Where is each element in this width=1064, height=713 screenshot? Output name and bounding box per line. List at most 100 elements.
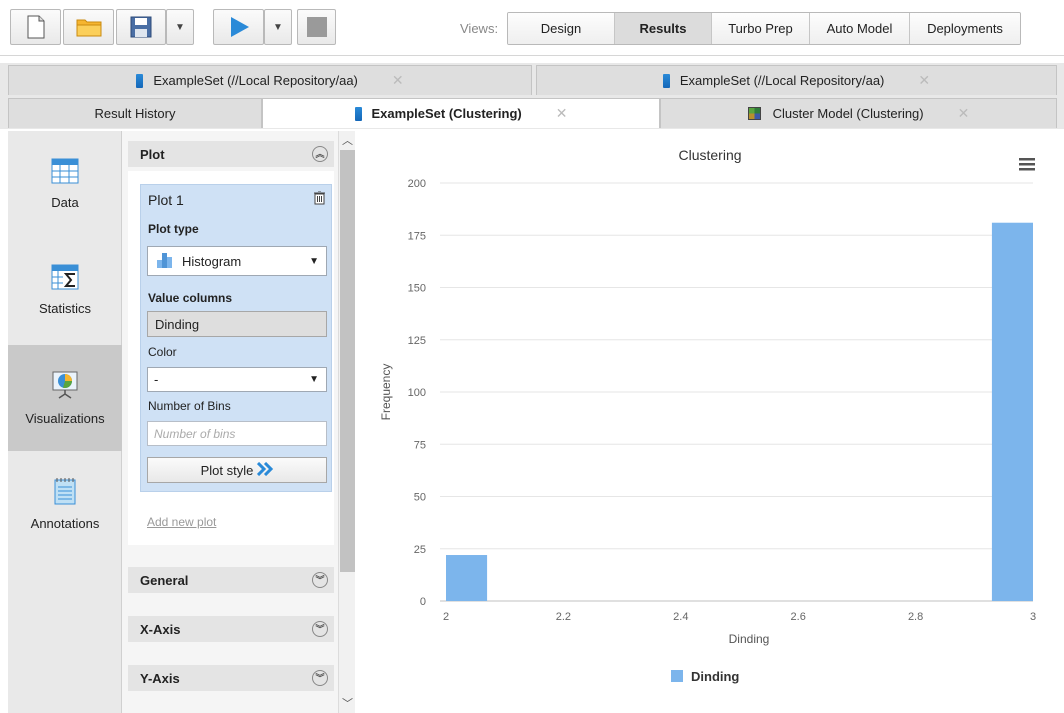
main-toolbar: ▼ ▼ Views: Design Results Turbo Prep Aut…: [0, 0, 1064, 56]
open-process-button[interactable]: [63, 9, 114, 45]
section-x-axis-header[interactable]: X-Axis ︾: [128, 616, 334, 642]
section-title: Y-Axis: [140, 670, 180, 686]
scroll-down-icon[interactable]: ﹀: [342, 695, 353, 711]
histogram-bar[interactable]: [991, 222, 1033, 601]
y-tick-label: 200: [408, 178, 426, 190]
section-title: X-Axis: [140, 621, 181, 637]
tab-label: Result History: [94, 106, 176, 121]
save-button[interactable]: [116, 9, 166, 45]
nav-label: Annotations: [30, 516, 100, 531]
color-label: Color: [148, 345, 177, 359]
expand-icon[interactable]: ︾: [312, 572, 328, 588]
y-tick-label: 0: [420, 596, 426, 608]
section-plot-header[interactable]: Plot ︽: [128, 141, 334, 167]
tab-label: Cluster Model (Clustering): [772, 106, 924, 121]
rapidminer-window: ▼ ▼ Views: Design Results Turbo Prep Aut…: [0, 0, 1064, 713]
plot-config-panel: Plot ︽ Plot 1 Plot type Histogram ▼ Valu…: [122, 131, 338, 713]
tab-exampleset-clustering[interactable]: ExampleSet (Clustering) ✕: [262, 98, 660, 128]
close-icon[interactable]: ✕: [392, 72, 404, 89]
y-tick-label: 50: [414, 492, 426, 504]
tab-exampleset-local-2[interactable]: ExampleSet (//Local Repository/aa) ✕: [536, 65, 1057, 95]
x-tick-label: 2.8: [908, 611, 923, 623]
bins-input[interactable]: Number of bins: [147, 421, 327, 446]
chevron-down-icon: ▼: [175, 21, 185, 33]
section-title: General: [140, 572, 189, 588]
new-process-button[interactable]: [10, 9, 61, 45]
nav-data[interactable]: Data: [8, 131, 122, 237]
stop-icon: [306, 16, 328, 38]
save-icon: [130, 16, 152, 38]
scrollbar-thumb[interactable]: [340, 150, 355, 572]
plot-style-button[interactable]: Plot style: [147, 457, 327, 483]
stop-button[interactable]: [297, 9, 336, 45]
bars: [446, 222, 1033, 601]
new-file-icon: [26, 15, 46, 39]
view-deployments[interactable]: Deployments: [910, 13, 1020, 44]
save-menu-button[interactable]: ▼: [166, 9, 194, 45]
double-chevron-right-icon: [257, 461, 274, 479]
chevron-down-icon: ▼: [309, 255, 319, 267]
run-button[interactable]: [213, 9, 264, 45]
view-auto-model[interactable]: Auto Model: [810, 13, 910, 44]
nav-label: Visualizations: [25, 411, 105, 426]
visualization-icon: [50, 370, 80, 403]
legend: Dinding: [671, 669, 739, 684]
run-menu-button[interactable]: ▼: [264, 9, 292, 45]
expand-icon[interactable]: ︾: [312, 621, 328, 637]
legend-item-label[interactable]: Dinding: [691, 669, 739, 684]
views-label: Views:: [460, 21, 499, 36]
value-column-chip[interactable]: Dinding: [147, 311, 327, 337]
plot-type-select[interactable]: Histogram ▼: [147, 246, 327, 276]
section-y-axis-header[interactable]: Y-Axis ︾: [128, 665, 334, 691]
result-tabs-row-1: ExampleSet (//Local Repository/aa) ✕ Exa…: [0, 63, 1064, 96]
x-tick-label: 2.4: [673, 611, 688, 623]
color-select[interactable]: - ▼: [147, 367, 327, 392]
expand-icon[interactable]: ︾: [312, 670, 328, 686]
view-turbo-prep[interactable]: Turbo Prep: [712, 13, 810, 44]
collapse-icon[interactable]: ︽: [312, 146, 328, 162]
tab-label: ExampleSet (//Local Repository/aa): [153, 73, 358, 88]
nav-visualizations[interactable]: Visualizations: [8, 345, 122, 451]
tab-exampleset-local-1[interactable]: ExampleSet (//Local Repository/aa) ✕: [8, 65, 532, 95]
y-tick-label: 75: [414, 439, 426, 451]
value-columns-label: Value columns: [148, 291, 233, 305]
plot-type-label: Plot type: [148, 222, 199, 236]
tab-result-history[interactable]: Result History: [8, 98, 262, 128]
plot-card: Plot 1 Plot type Histogram ▼ Value colum…: [140, 184, 332, 492]
x-tick-label: 3: [1030, 611, 1036, 623]
chart-menu-icon[interactable]: [1019, 158, 1035, 171]
view-results[interactable]: Results: [615, 13, 712, 44]
close-icon[interactable]: ✕: [918, 72, 930, 89]
close-icon[interactable]: ✕: [958, 105, 970, 122]
tab-label: ExampleSet (Clustering): [371, 106, 522, 121]
y-tick-label: 125: [408, 335, 426, 347]
views-switcher: Design Results Turbo Prep Auto Model Dep…: [507, 12, 1021, 45]
close-icon[interactable]: ✕: [556, 105, 568, 122]
nav-statistics[interactable]: Statistics: [8, 237, 122, 343]
result-view-nav: Data Statistics Visualizations Annotatio…: [8, 131, 122, 713]
chart-title: Clustering: [678, 147, 741, 163]
nav-annotations[interactable]: Annotations: [8, 451, 122, 557]
histogram-chart: 0 25 50 75 100 125 150 175 200 2 2.2 2.4 2.6 2.8 3 Cl…: [356, 131, 1064, 713]
section-general-header[interactable]: General ︾: [128, 567, 334, 593]
y-axis-title: Frequency: [379, 364, 393, 421]
exampleset-icon: [354, 106, 362, 121]
add-new-plot-link[interactable]: Add new plot: [147, 515, 216, 529]
y-tick-label: 150: [408, 283, 426, 295]
config-scrollbar[interactable]: ︿ ﹀: [338, 131, 355, 713]
y-tick-label: 25: [414, 544, 426, 556]
grid-lines: [440, 182, 1033, 602]
plot-title: Plot 1: [148, 192, 184, 208]
legend-swatch[interactable]: [671, 670, 683, 682]
x-tick-label: 2: [443, 611, 449, 623]
statistics-icon: [51, 264, 79, 293]
trash-icon[interactable]: [314, 190, 325, 208]
y-tick-label: 175: [408, 230, 426, 242]
x-tick-label: 2.2: [556, 611, 571, 623]
view-design[interactable]: Design: [508, 13, 615, 44]
notepad-icon: [53, 477, 77, 508]
histogram-bar[interactable]: [446, 555, 488, 601]
nav-label: Statistics: [38, 301, 91, 316]
tab-cluster-model[interactable]: Cluster Model (Clustering) ✕: [660, 98, 1057, 128]
scroll-up-icon[interactable]: ︿: [342, 132, 353, 148]
